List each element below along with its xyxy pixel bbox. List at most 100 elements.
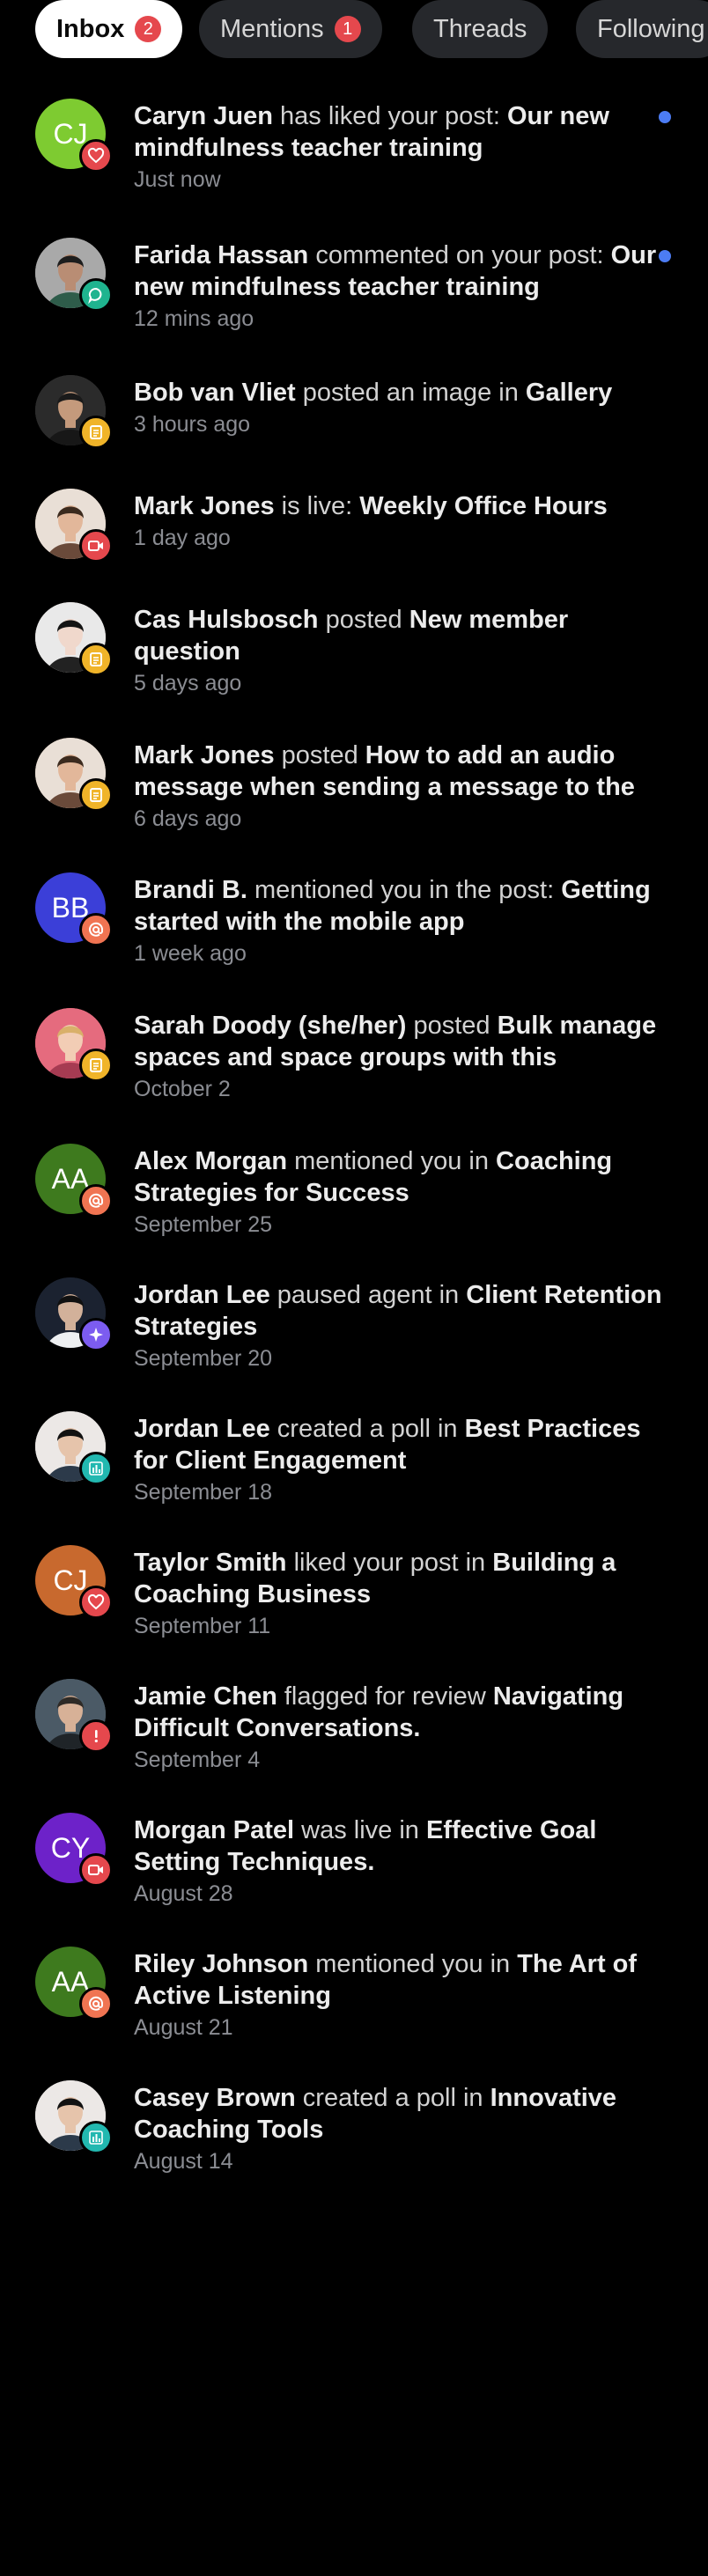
notification-time: August 21 xyxy=(134,2015,233,2040)
notification-time: 3 hours ago xyxy=(134,412,251,437)
heart-icon xyxy=(79,139,113,173)
notification-text[interactable]: Brandi B. mentioned you in the post: Get… xyxy=(134,874,673,938)
notification-text[interactable]: Bob van Vliet posted an image in Gallery xyxy=(134,377,673,408)
video-icon xyxy=(79,1853,113,1887)
tab-following[interactable]: Following xyxy=(576,0,708,58)
notification-item[interactable]: BB Brandi B. mentioned you in the post: G… xyxy=(0,872,708,987)
notification-text[interactable]: Casey Brown created a poll in Innovative… xyxy=(134,2082,673,2145)
notification-item[interactable]: Cas Hulsbosch posted New member question… xyxy=(0,602,708,717)
action-text: created a poll in xyxy=(302,2084,483,2112)
avatar-container xyxy=(35,1679,113,1753)
notification-text[interactable]: Mark Jones posted How to add an audio me… xyxy=(134,740,673,803)
action-text: liked your post in xyxy=(293,1549,486,1577)
notification-text[interactable]: Mark Jones is live: Weekly Office Hours xyxy=(134,490,673,522)
actor-name[interactable]: Taylor Smith xyxy=(134,1549,287,1577)
actor-name[interactable]: Mark Jones xyxy=(134,492,275,520)
notification-text[interactable]: Riley Johnson mentioned you in The Art o… xyxy=(134,1948,673,2012)
notification-text[interactable]: Jordan Lee paused agent in Client Retent… xyxy=(134,1279,673,1343)
actor-name[interactable]: Farida Hassan xyxy=(134,241,308,269)
unread-dot xyxy=(659,111,671,123)
flag-icon xyxy=(79,1719,113,1753)
notification-text[interactable]: Jamie Chen flagged for review Navigating… xyxy=(134,1681,673,1744)
notification-text[interactable]: Sarah Doody (she/her) posted Bulk manage… xyxy=(134,1010,673,1073)
notification-time: October 2 xyxy=(134,1077,231,1101)
action-text: was live in xyxy=(301,1816,419,1844)
actor-name[interactable]: Morgan Patel xyxy=(134,1816,294,1844)
notification-time: August 28 xyxy=(134,1881,233,1906)
tab-mentions[interactable]: Mentions 1 xyxy=(199,0,382,58)
action-text: has liked your post: xyxy=(280,102,500,130)
notification-item[interactable]: Mark Jones posted How to add an audio me… xyxy=(0,738,708,852)
actor-name[interactable]: Sarah Doody (she/her) xyxy=(134,1012,406,1040)
notification-time: August 14 xyxy=(134,2149,233,2174)
tab-following-label: Following xyxy=(597,14,705,43)
notification-item[interactable]: Jordan Lee paused agent in Client Retent… xyxy=(0,1277,708,1392)
action-text: posted xyxy=(413,1012,490,1040)
notification-item[interactable]: CJ Taylor Smith liked your post in Buildi… xyxy=(0,1545,708,1660)
poll-icon xyxy=(79,1452,113,1485)
avatar-container: BB xyxy=(35,872,113,946)
notification-text[interactable]: Alex Morgan mentioned you in Coaching St… xyxy=(134,1145,673,1209)
actor-name[interactable]: Jordan Lee xyxy=(134,1415,270,1443)
action-text: mentioned you in the post: xyxy=(254,876,555,904)
notification-item[interactable]: CY Morgan Patel was live in Effective Goa… xyxy=(0,1813,708,1927)
notification-item[interactable]: Jamie Chen flagged for review Navigating… xyxy=(0,1679,708,1793)
actor-name[interactable]: Riley Johnson xyxy=(134,1950,308,1978)
avatar-container xyxy=(35,1277,113,1351)
actor-name[interactable]: Jordan Lee xyxy=(134,1281,270,1309)
action-text: posted xyxy=(281,741,358,769)
actor-name[interactable]: Caryn Juen xyxy=(134,102,273,130)
avatar-container: CJ xyxy=(35,1545,113,1619)
notification-item[interactable]: AA Alex Morgan mentioned you in Coaching … xyxy=(0,1144,708,1258)
actor-name[interactable]: Cas Hulsbosch xyxy=(134,606,319,634)
action-text: commented on your post: xyxy=(315,241,604,269)
avatar-container xyxy=(35,738,113,812)
avatar-container: CJ xyxy=(35,99,113,173)
actor-name[interactable]: Alex Morgan xyxy=(134,1147,287,1175)
notification-text[interactable]: Cas Hulsbosch posted New member question xyxy=(134,604,673,667)
notification-time: 1 day ago xyxy=(134,526,231,550)
notification-text[interactable]: Caryn Juen has liked your post: Our new … xyxy=(134,100,673,164)
avatar-container xyxy=(35,2080,113,2154)
notification-item[interactable]: Casey Brown created a poll in Innovative… xyxy=(0,2080,708,2195)
notification-item[interactable]: Farida Hassan commented on your post: Ou… xyxy=(0,238,708,352)
notification-text[interactable]: Jordan Lee created a poll in Best Practi… xyxy=(134,1413,673,1476)
poll-icon xyxy=(79,2121,113,2154)
notification-time: September 18 xyxy=(134,1480,273,1505)
actor-name[interactable]: Casey Brown xyxy=(134,2084,296,2112)
action-text: mentioned you in xyxy=(294,1147,489,1175)
avatar-container: AA xyxy=(35,1144,113,1218)
tab-inbox[interactable]: Inbox 2 xyxy=(35,0,183,58)
mentions-unread-badge: 1 xyxy=(334,16,361,42)
notification-time: 5 days ago xyxy=(134,671,242,696)
target-title[interactable]: Weekly Office Hours xyxy=(359,492,608,520)
target-title[interactable]: Gallery xyxy=(526,379,612,407)
notification-item[interactable]: Bob van Vliet posted an image in Gallery… xyxy=(0,375,708,489)
notification-time: Just now xyxy=(134,167,221,192)
post-icon xyxy=(79,1049,113,1082)
notification-item[interactable]: CJ Caryn Juen has liked your post: Our ne… xyxy=(0,99,708,213)
notification-item[interactable]: Mark Jones is live: Weekly Office Hours 1… xyxy=(0,489,708,603)
notification-text[interactable]: Taylor Smith liked your post in Building… xyxy=(134,1547,673,1610)
actor-name[interactable]: Jamie Chen xyxy=(134,1682,277,1711)
notification-text[interactable]: Farida Hassan commented on your post: Ou… xyxy=(134,239,673,303)
actor-name[interactable]: Brandi B. xyxy=(134,876,247,904)
notification-item[interactable]: AA Riley Johnson mentioned you in The Art… xyxy=(0,1947,708,2061)
comment-icon xyxy=(79,278,113,312)
actor-name[interactable]: Mark Jones xyxy=(134,741,275,769)
tab-threads-label: Threads xyxy=(433,14,527,43)
tab-threads[interactable]: Threads xyxy=(412,0,549,58)
notification-text[interactable]: Morgan Patel was live in Effective Goal … xyxy=(134,1814,673,1878)
notification-item[interactable]: Sarah Doody (she/her) posted Bulk manage… xyxy=(0,1008,708,1122)
avatar-container xyxy=(35,1008,113,1082)
actor-name[interactable]: Bob van Vliet xyxy=(134,379,296,407)
avatar-container xyxy=(35,602,113,676)
avatar-container xyxy=(35,489,113,563)
action-text: posted xyxy=(325,606,402,634)
action-text: flagged for review xyxy=(284,1682,486,1711)
post-icon xyxy=(79,778,113,812)
tab-inbox-label: Inbox xyxy=(56,14,125,43)
notification-tabs: Inbox 2 Mentions 1 Threads Following xyxy=(0,0,708,60)
notification-item[interactable]: Jordan Lee created a poll in Best Practi… xyxy=(0,1411,708,1526)
post-icon xyxy=(79,643,113,676)
